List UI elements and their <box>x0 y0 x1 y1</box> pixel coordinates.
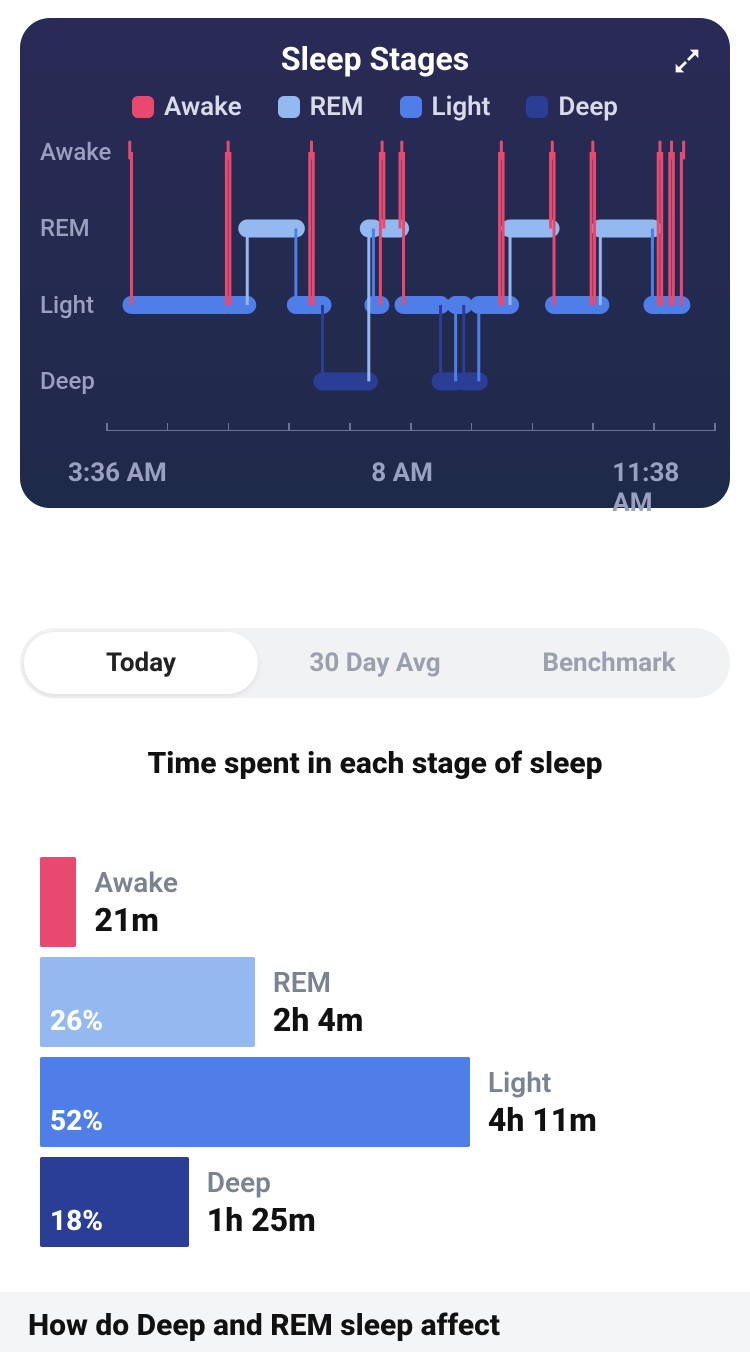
stage-bar: 26% <box>40 957 255 1047</box>
stage-text: Deep 1h 25m <box>207 1165 316 1240</box>
stage-name: Light <box>488 1065 597 1100</box>
legend: Awake REM Light Deep <box>36 92 714 122</box>
stage-row-awake: Awake 21m <box>40 857 730 947</box>
card-title: Sleep Stages <box>36 40 714 78</box>
swatch-rem <box>278 96 300 118</box>
legend-item-rem: REM <box>278 92 364 122</box>
legend-label: Light <box>432 92 491 122</box>
stage-bars: Awake 21m 26% REM 2h 4m 52% Light 4h 11m… <box>40 857 730 1247</box>
tab-30-day-avg[interactable]: 30 Day Avg <box>258 632 492 694</box>
swatch-awake <box>132 96 154 118</box>
stage-text: Light 4h 11m <box>488 1065 597 1140</box>
stage-time: 1h 25m <box>207 1200 316 1240</box>
legend-item-awake: Awake <box>132 92 242 122</box>
legend-label: REM <box>310 92 364 122</box>
y-axis-label: Deep <box>40 367 95 395</box>
tabs: Today30 Day AvgBenchmark <box>20 628 730 698</box>
stage-row-rem: 26% REM 2h 4m <box>40 957 730 1047</box>
x-axis-label: 8 AM <box>371 458 433 488</box>
y-axis-label: REM <box>40 214 90 242</box>
sleep-stages-chart[interactable]: Awake REM Light Deep <box>36 140 714 430</box>
bottom-info-panel[interactable]: How do Deep and REM sleep affect <box>0 1292 750 1352</box>
swatch-light <box>400 96 422 118</box>
x-axis-label: 11:38 AM <box>612 458 680 518</box>
stage-name: Deep <box>207 1165 316 1200</box>
section-title: Time spent in each stage of sleep <box>0 746 750 781</box>
stage-bar: 18% <box>40 1157 189 1247</box>
sleep-stages-card: Sleep Stages Awake REM Light Deep Awake REM L… <box>20 18 730 508</box>
x-axis <box>106 430 714 446</box>
y-axis-label: Awake <box>40 138 111 166</box>
stage-time: 4h 11m <box>488 1100 597 1140</box>
stage-time: 2h 4m <box>273 1000 364 1040</box>
stage-row-light: 52% Light 4h 11m <box>40 1057 730 1147</box>
stage-text: REM 2h 4m <box>273 965 364 1040</box>
stage-name: REM <box>273 965 364 1000</box>
stage-bar: 52% <box>40 1057 470 1147</box>
stage-row-deep: 18% Deep 1h 25m <box>40 1157 730 1247</box>
stage-text: Awake 21m <box>94 865 178 940</box>
stage-bar <box>40 857 76 947</box>
legend-item-deep: Deep <box>526 92 618 122</box>
tab-today[interactable]: Today <box>24 632 258 694</box>
x-axis-labels: 3:36 AM8 AM11:38 AM <box>36 458 714 490</box>
expand-icon[interactable] <box>670 44 704 78</box>
legend-label: Deep <box>558 92 618 122</box>
legend-item-light: Light <box>400 92 491 122</box>
swatch-deep <box>526 96 548 118</box>
stage-time: 21m <box>94 900 178 940</box>
x-axis-label: 3:36 AM <box>68 458 167 488</box>
tab-benchmark[interactable]: Benchmark <box>492 632 726 694</box>
stage-name: Awake <box>94 865 178 900</box>
legend-label: Awake <box>164 92 242 122</box>
bottom-info-title: How do Deep and REM sleep affect <box>28 1308 722 1343</box>
y-axis-label: Light <box>40 291 94 319</box>
